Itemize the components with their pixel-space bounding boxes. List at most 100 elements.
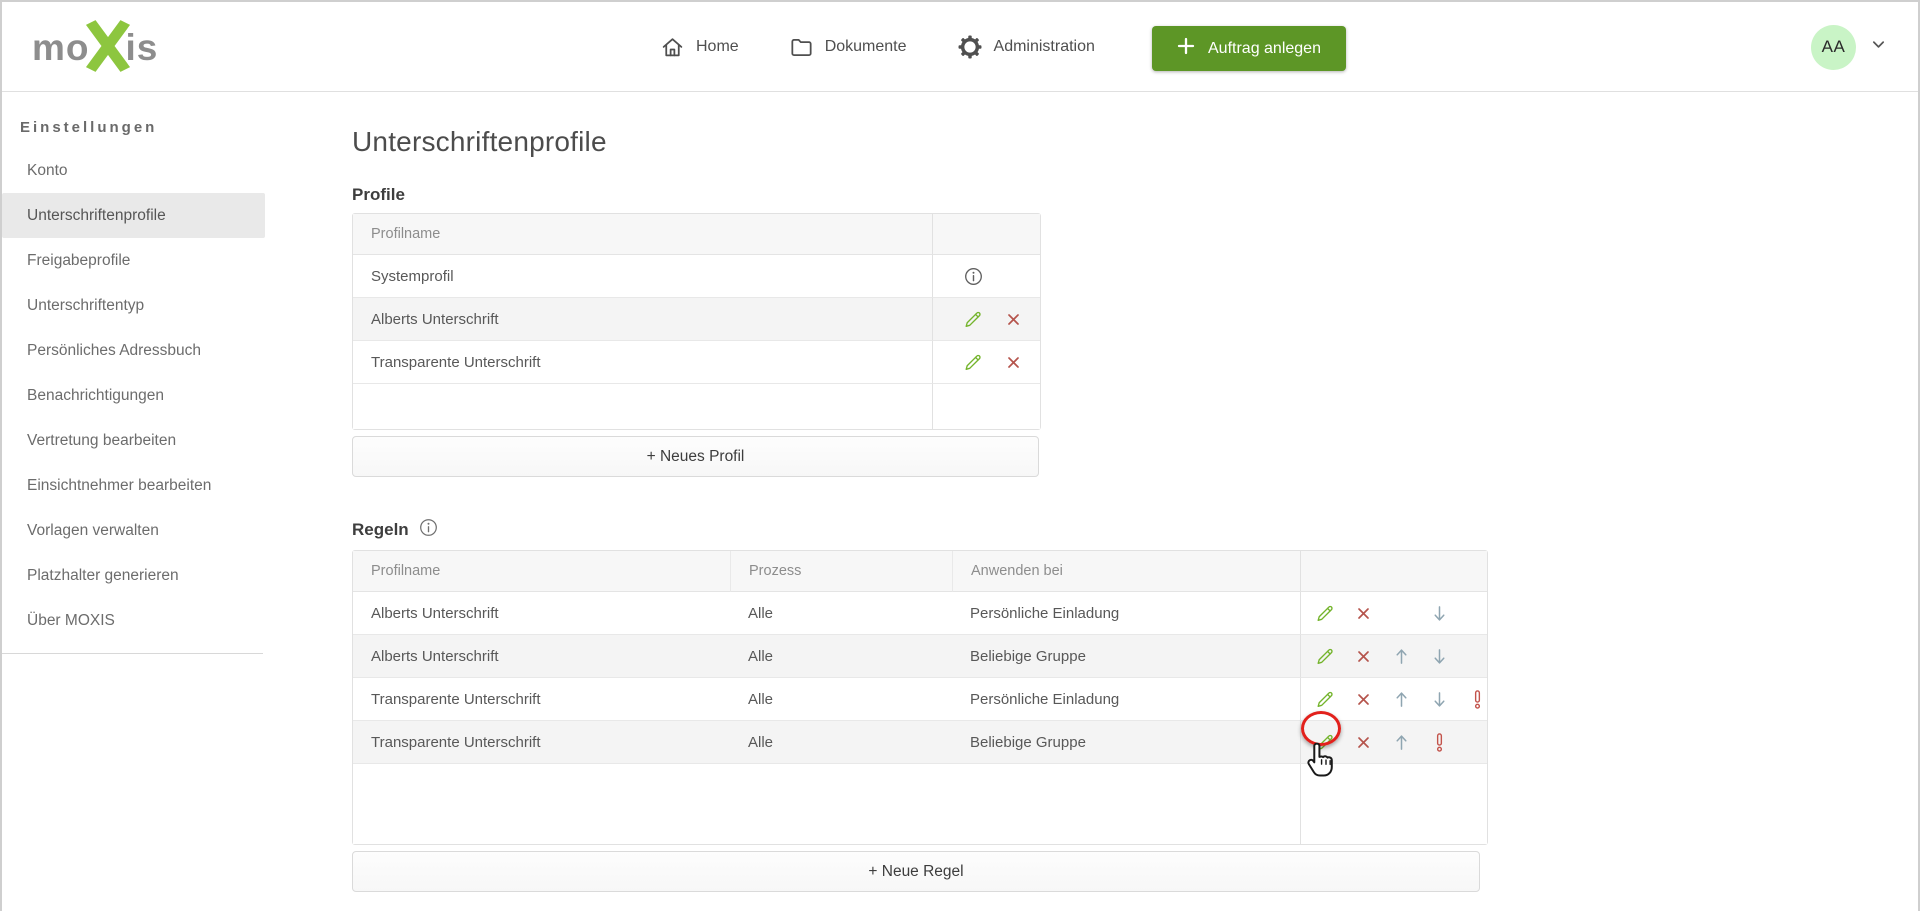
move-down-icon[interactable] — [1429, 602, 1449, 624]
profilname-cell: Transparente Unterschrift — [353, 721, 730, 764]
profiles-section-heading: Profile — [352, 185, 1488, 205]
sidebar-item-vorlagen-verwalten[interactable]: Vorlagen verwalten — [2, 508, 265, 553]
home-icon — [660, 35, 685, 60]
prozess-cell: Alle — [730, 678, 952, 721]
sidebar-item-unterschriftenprofile[interactable]: Unterschriftenprofile — [2, 193, 265, 238]
delete-icon[interactable] — [1353, 645, 1373, 667]
sidebar-item-einsichtnehmer-bearbeiten[interactable]: Einsichtnehmer bearbeiten — [2, 463, 265, 508]
delete-icon[interactable] — [1003, 308, 1023, 330]
sidebar-item-benachrichtigungen[interactable]: Benachrichtigungen — [2, 373, 265, 418]
anwenden-bei-cell: Beliebige Gruppe — [952, 635, 1300, 678]
nav-item-home[interactable]: Home — [660, 35, 739, 60]
profiles-table: Profilname Systemprofil Alberts Untersch… — [352, 213, 1041, 430]
profilname-cell: Transparente Unterschrift — [353, 678, 730, 721]
sidebar-list: Konto Unterschriftenprofile Freigabeprof… — [2, 148, 265, 643]
info-icon[interactable] — [419, 518, 438, 542]
create-order-label: Auftrag anlegen — [1208, 40, 1321, 58]
sidebar-item-konto[interactable]: Konto — [2, 148, 265, 193]
main-nav: Home Dokumente — [660, 2, 1095, 92]
chevron-down-icon — [1871, 37, 1886, 57]
moxis-logo[interactable]: mo is — [32, 20, 158, 74]
add-profile-button[interactable]: + Neues Profil — [352, 436, 1039, 477]
create-order-button[interactable]: Auftrag anlegen — [1152, 26, 1346, 71]
user-menu[interactable]: AA — [1811, 2, 1886, 92]
move-up-icon[interactable] — [1391, 731, 1411, 753]
sidebar-item-freigabeprofile[interactable]: Freigabeprofile — [2, 238, 265, 283]
logo-text-left: mo — [32, 29, 90, 66]
profilname-cell: Transparente Unterschrift — [353, 341, 932, 384]
rules-table: Profilname Prozess Anwenden bei Alberts … — [352, 550, 1488, 845]
priority-icon[interactable] — [1467, 688, 1487, 710]
rules-section-heading: Regeln — [352, 518, 1488, 542]
moxis-settings-page: mo is Home — [0, 0, 1920, 911]
edit-icon[interactable] — [1315, 688, 1335, 710]
column-header-anwenden-bei: Anwenden bei — [952, 551, 1300, 592]
delete-icon[interactable] — [1353, 731, 1373, 753]
edit-icon[interactable] — [1315, 645, 1335, 667]
empty-row — [353, 764, 1487, 844]
anwenden-bei-cell: Persönliche Einladung — [952, 592, 1300, 635]
sidebar-heading: Einstellungen — [20, 119, 265, 136]
edit-icon[interactable] — [963, 308, 983, 330]
table-row: Transparente Unterschrift Alle Persönlic… — [353, 678, 1487, 721]
page-title: Unterschriftenprofile — [352, 126, 1488, 158]
edit-icon[interactable] — [963, 351, 983, 373]
gear-icon — [957, 34, 983, 60]
sidebar-item-persoenliches-adressbuch[interactable]: Persönliches Adressbuch — [2, 328, 265, 373]
settings-sidebar: Einstellungen Konto Unterschriftenprofil… — [2, 93, 265, 654]
plus-icon — [1177, 37, 1195, 60]
table-row: Alberts Unterschrift — [353, 298, 1040, 341]
column-header-prozess: Prozess — [730, 551, 952, 592]
folder-icon — [789, 35, 814, 60]
table-row: Transparente Unterschrift Alle Beliebige… — [353, 721, 1487, 764]
profilname-cell: Systemprofil — [353, 255, 932, 298]
table-row: Transparente Unterschrift — [353, 341, 1040, 384]
table-row: Systemprofil — [353, 255, 1040, 298]
anwenden-bei-cell: Persönliche Einladung — [952, 678, 1300, 721]
sidebar-item-unterschriftentyp[interactable]: Unterschriftentyp — [2, 283, 265, 328]
logo-x-icon — [85, 19, 131, 73]
empty-row — [353, 384, 1040, 429]
sidebar-item-platzhalter-generieren[interactable]: Platzhalter generieren — [2, 553, 265, 598]
move-down-icon[interactable] — [1429, 688, 1449, 710]
nav-label: Administration — [994, 38, 1095, 56]
move-up-icon[interactable] — [1391, 688, 1411, 710]
prozess-cell: Alle — [730, 635, 952, 678]
nav-label: Dokumente — [825, 38, 907, 56]
column-header-profilname: Profilname — [353, 214, 932, 255]
window-edge-left — [0, 0, 2, 911]
add-rule-button[interactable]: + Neue Regel — [352, 851, 1480, 892]
table-header-row: Profilname Prozess Anwenden bei — [353, 551, 1487, 592]
icon-placeholder — [1391, 602, 1411, 624]
table-header-row: Profilname — [353, 214, 1040, 255]
sidebar-divider — [2, 653, 263, 654]
profilname-cell: Alberts Unterschrift — [353, 635, 730, 678]
edit-icon[interactable] — [1315, 602, 1335, 624]
main-content: Unterschriftenprofile Profile Profilname… — [352, 93, 1488, 892]
sidebar-item-ueber-moxis[interactable]: Über MOXIS — [2, 598, 265, 643]
top-navigation-bar: mo is Home — [2, 2, 1918, 92]
edit-icon[interactable] — [1315, 731, 1335, 753]
avatar: AA — [1811, 25, 1856, 70]
nav-item-administration[interactable]: Administration — [957, 34, 1095, 60]
column-header-profilname: Profilname — [353, 551, 730, 592]
delete-icon[interactable] — [1353, 688, 1373, 710]
nav-item-dokumente[interactable]: Dokumente — [789, 35, 907, 60]
sidebar-item-vertretung-bearbeiten[interactable]: Vertretung bearbeiten — [2, 418, 265, 463]
priority-icon[interactable] — [1429, 731, 1449, 753]
info-icon[interactable] — [963, 265, 983, 287]
delete-icon[interactable] — [1353, 602, 1373, 624]
anwenden-bei-cell: Beliebige Gruppe — [952, 721, 1300, 764]
table-row: Alberts Unterschrift Alle Beliebige Grup… — [353, 635, 1487, 678]
move-down-icon[interactable] — [1429, 645, 1449, 667]
rules-heading-label: Regeln — [352, 520, 409, 540]
window-edge-top — [0, 0, 1920, 2]
column-header-actions — [932, 214, 1040, 255]
delete-icon[interactable] — [1003, 351, 1023, 373]
move-up-icon[interactable] — [1391, 645, 1411, 667]
prozess-cell: Alle — [730, 721, 952, 764]
prozess-cell: Alle — [730, 592, 952, 635]
column-header-actions — [1300, 551, 1487, 592]
profilname-cell: Alberts Unterschrift — [353, 592, 730, 635]
profilname-cell: Alberts Unterschrift — [353, 298, 932, 341]
